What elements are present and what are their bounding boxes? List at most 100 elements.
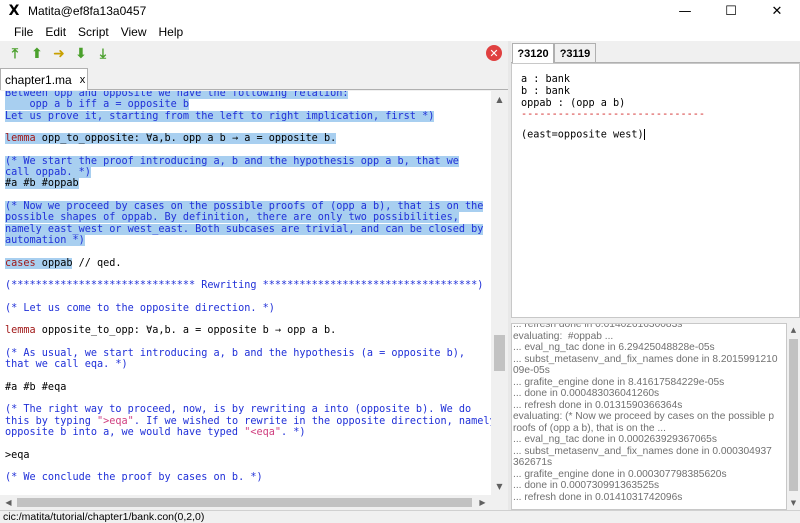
- step-forward-icon: ⬇: [75, 45, 87, 62]
- scroll-thumb[interactable]: [494, 335, 505, 371]
- close-window-button[interactable]: ✕: [754, 0, 800, 22]
- script-editor[interactable]: Between opp and opposite we have the fol…: [0, 91, 491, 495]
- goal-tabs: ?3120 ?3119: [511, 41, 800, 63]
- scroll-right-icon[interactable]: ▶: [474, 495, 491, 510]
- scroll-up-icon[interactable]: ▲: [491, 91, 508, 108]
- code-line: (* Now we proceed by cases on the possib…: [5, 201, 484, 213]
- tab-label: chapter1.ma: [5, 72, 72, 87]
- code-line: #a #b #eqa: [5, 382, 66, 394]
- goto-top-button[interactable]: ⤒: [6, 45, 24, 63]
- toolbar: ⤒ ⬆ ➜ ⬇ ⤓ ✕: [0, 41, 508, 66]
- code-text: possible shapes of oppab. By definition,…: [5, 212, 459, 224]
- code-text: this by typing ">eqa". If we wished to r…: [5, 415, 491, 427]
- goto-cursor-icon: ➜: [53, 45, 65, 62]
- app-icon: X: [8, 3, 20, 19]
- code-text: opp a b iff a = opposite b: [5, 99, 190, 111]
- code-text: call oppab. *): [5, 167, 91, 179]
- code-line: (* As usual, we start introducing a, b a…: [5, 348, 465, 360]
- code-line: (* We start the proof introducing a, b a…: [5, 155, 459, 168]
- code-text: #a #b #oppab: [5, 178, 79, 190]
- minimize-button[interactable]: —: [662, 0, 708, 22]
- log-line: 362671s: [513, 457, 553, 468]
- goal-separator: ------------------------------: [521, 109, 706, 120]
- hscroll-thumb[interactable]: [17, 498, 472, 507]
- close-tab-icon[interactable]: x: [80, 74, 86, 86]
- code-text: that we call eqa. *): [5, 359, 128, 371]
- tab-goal-3119[interactable]: ?3119: [554, 43, 596, 63]
- log-line: ... grafite_engine done in 8.41617584229…: [513, 376, 725, 388]
- code-line: that we call eqa. *): [5, 359, 128, 371]
- log-line: roofs of (opp a b), that is on the ...: [513, 422, 666, 434]
- code-text: Let us prove it, starting from the left …: [5, 110, 435, 122]
- log-line: ... subst_metasenv_and_fix_names done in…: [513, 353, 778, 365]
- stop-icon: ✕: [489, 46, 499, 60]
- goto-bottom-button[interactable]: ⤓: [94, 45, 112, 63]
- text-caret: [643, 129, 645, 140]
- scroll-left-icon[interactable]: ◀: [0, 495, 17, 510]
- code-line: #a #b #oppab: [5, 178, 79, 190]
- string-literal: "<eqa": [244, 427, 282, 438]
- goal-view: a : bank b : bank oppab : (opp a b) ----…: [511, 63, 800, 318]
- step-back-icon: ⬆: [31, 45, 43, 62]
- hypothesis: a : bank: [521, 74, 571, 85]
- editor-horizontal-scrollbar[interactable]: ◀ ▶: [0, 495, 491, 510]
- menu-file[interactable]: File: [8, 25, 39, 39]
- script-pane: ⤒ ⬆ ➜ ⬇ ⤓ ✕ chapter1.ma x Between opp an…: [0, 41, 508, 510]
- status-bar: cic:/matita/tutorial/chapter1/bank.con(0…: [0, 510, 800, 523]
- tab-chapter1[interactable]: chapter1.ma x: [0, 68, 88, 90]
- code-line: lemma opposite_to_opp: ∀a,b. a = opposit…: [5, 325, 336, 337]
- code-text: #a #b #eqa: [5, 381, 67, 393]
- code-line: (* The right way to proceed, now, is by …: [5, 404, 471, 416]
- code-line: Let us prove it, starting from the left …: [5, 110, 435, 123]
- executed-text: oppab: [35, 257, 73, 269]
- log-view: ... refresh done in 0.0140261630083s eval…: [511, 323, 787, 510]
- code-text: (* We start the proof introducing a, b a…: [5, 155, 459, 167]
- log-line: evaluating: #oppab ...: [513, 330, 614, 342]
- menu-help[interactable]: Help: [153, 25, 190, 39]
- code-line: (****************************** Rewritin…: [5, 280, 483, 292]
- step-back-button[interactable]: ⬆: [28, 45, 46, 63]
- stop-button[interactable]: ✕: [486, 45, 502, 61]
- code-text: automation *): [5, 234, 85, 246]
- log-line: ... done in 0.000730991363525s: [513, 480, 660, 491]
- log-scroll-up-icon[interactable]: ▲: [787, 323, 800, 337]
- string-literal: ">eqa": [97, 415, 134, 427]
- code-line: (* Let us come to the opposite direction…: [5, 303, 275, 315]
- code-text: >eqa: [5, 449, 30, 461]
- maximize-button[interactable]: ☐: [708, 0, 754, 22]
- menu-edit[interactable]: Edit: [39, 25, 72, 39]
- code-text: namely east_west or west_east. Both subc…: [5, 223, 484, 235]
- menu-bar: File Edit Script View Help: [0, 22, 800, 41]
- scroll-down-icon[interactable]: ▼: [491, 478, 508, 495]
- log-line: ... eval_ng_tac done in 6.29425048828e-0…: [513, 342, 715, 353]
- code-line: (* We conclude the proof by cases on b. …: [5, 472, 263, 484]
- log-line: ... refresh done in 0.0141031742096s: [513, 491, 683, 503]
- menu-view[interactable]: View: [115, 25, 153, 39]
- code-line: namely east_west or west_east. Both subc…: [5, 223, 484, 236]
- pending-text: // qed.: [72, 257, 122, 269]
- hypothesis: b : bank: [521, 86, 571, 97]
- code-text: (* We conclude the proof by cases on b. …: [5, 472, 263, 484]
- goto-cursor-button[interactable]: ➜: [50, 45, 68, 63]
- log-scroll-thumb[interactable]: [789, 339, 798, 491]
- log-line: 09e-05s: [513, 365, 550, 376]
- code-text: (* The right way to proceed, now, is by …: [5, 404, 472, 416]
- code-line: >eqa: [5, 450, 30, 462]
- keyword: lemma: [5, 133, 36, 145]
- log-scrollbar[interactable]: ▲ ▼: [787, 323, 800, 510]
- step-forward-button[interactable]: ⬇: [72, 45, 90, 63]
- log-line: ... grafite_engine done in 0.00030779838…: [513, 468, 727, 480]
- log-scroll-down-icon[interactable]: ▼: [787, 496, 800, 510]
- document-tabs: chapter1.ma x: [0, 68, 508, 90]
- editor-vertical-scrollbar[interactable]: ▲ ▼: [491, 91, 508, 495]
- log-line: ... subst_metasenv_and_fix_names done in…: [513, 445, 772, 457]
- tab-goal-3120[interactable]: ?3120: [512, 43, 554, 63]
- code-line: automation *): [5, 234, 85, 247]
- menu-script[interactable]: Script: [72, 25, 115, 39]
- code-text: (****************************** Rewritin…: [5, 280, 484, 292]
- goal-conclusion[interactable]: (east=opposite west): [521, 129, 645, 141]
- title-bar: X Matita@ef8fa13a0457 — ☐ ✕: [0, 0, 800, 22]
- keyword: lemma: [5, 325, 36, 337]
- goto-bottom-icon: ⤓: [99, 45, 107, 62]
- status-text: cic:/matita/tutorial/chapter1/bank.con(0…: [3, 511, 205, 523]
